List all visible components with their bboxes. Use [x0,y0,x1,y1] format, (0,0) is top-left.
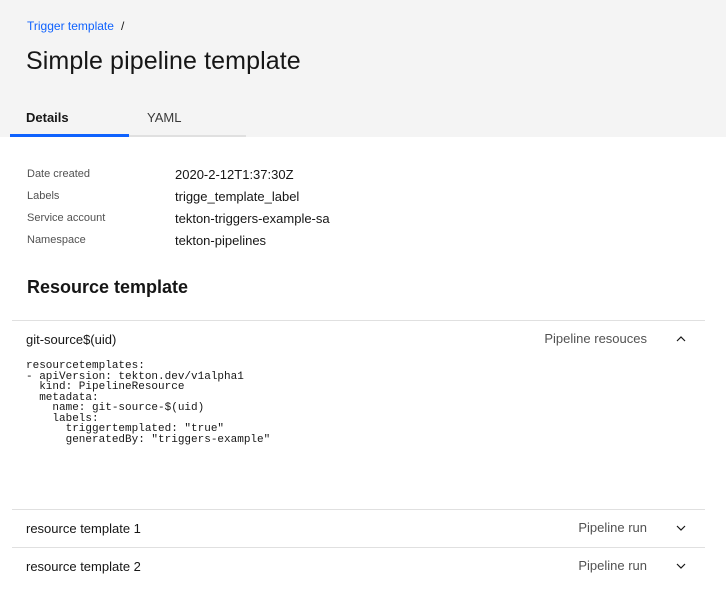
page-title: Simple pipeline template [26,47,301,75]
details-list: Date created 2020-2-12T1:37:30Z Labels t… [27,163,330,251]
detail-value: trigge_template_label [175,188,300,204]
resource-accordion: git-source$(uid) Pipeline resouces resou… [12,320,705,585]
detail-row-date-created: Date created 2020-2-12T1:37:30Z [27,163,330,185]
accordion-title: resource template 1 [26,521,141,536]
breadcrumb-separator: / [120,19,125,33]
accordion-header[interactable]: git-source$(uid) Pipeline resouces [12,321,705,358]
accordion-item-git-source: git-source$(uid) Pipeline resouces resou… [12,320,705,509]
detail-label: Labels [27,190,60,202]
accordion-item-resource-template-2: resource template 2 Pipeline run [12,547,705,585]
tab-list: Details YAML [10,104,246,137]
detail-value: tekton-pipelines [175,232,267,248]
accordion-item-resource-template-1: resource template 1 Pipeline run [12,509,705,547]
accordion-body: resourcetemplates: - apiVersion: tekton.… [12,358,705,509]
yaml-code-block: resourcetemplates: - apiVersion: tekton.… [26,360,271,446]
detail-row-service-account: Service account tekton-triggers-example-… [27,207,330,229]
accordion-type-label: Pipeline resouces [544,331,647,346]
chevron-up-icon[interactable] [675,333,687,345]
detail-value: 2020-2-12T1:37:30Z [175,166,294,182]
chevron-down-icon[interactable] [675,560,687,572]
accordion-type-label: Pipeline run [578,520,647,535]
resource-template-heading: Resource template [27,277,189,297]
detail-label: Date created [27,168,90,180]
accordion-header[interactable]: resource template 1 Pipeline run [12,510,705,547]
breadcrumb-link-trigger-template[interactable]: Trigger template [27,18,114,34]
accordion-title: resource template 2 [26,559,141,574]
detail-label: Namespace [27,234,86,246]
detail-label: Service account [27,212,106,224]
chevron-down-icon[interactable] [675,522,687,534]
tab-details[interactable]: Details [10,104,129,137]
breadcrumb: Trigger template / [27,18,124,34]
accordion-header[interactable]: resource template 2 Pipeline run [12,548,705,585]
detail-value: tekton-triggers-example-sa [175,210,330,226]
accordion-type-label: Pipeline run [578,558,647,573]
page-header: Trigger template / Simple pipeline templ… [0,0,726,137]
detail-row-namespace: Namespace tekton-pipelines [27,229,330,251]
accordion-title: git-source$(uid) [26,332,117,347]
detail-row-labels: Labels trigge_template_label [27,185,330,207]
tab-yaml[interactable]: YAML [129,104,246,137]
